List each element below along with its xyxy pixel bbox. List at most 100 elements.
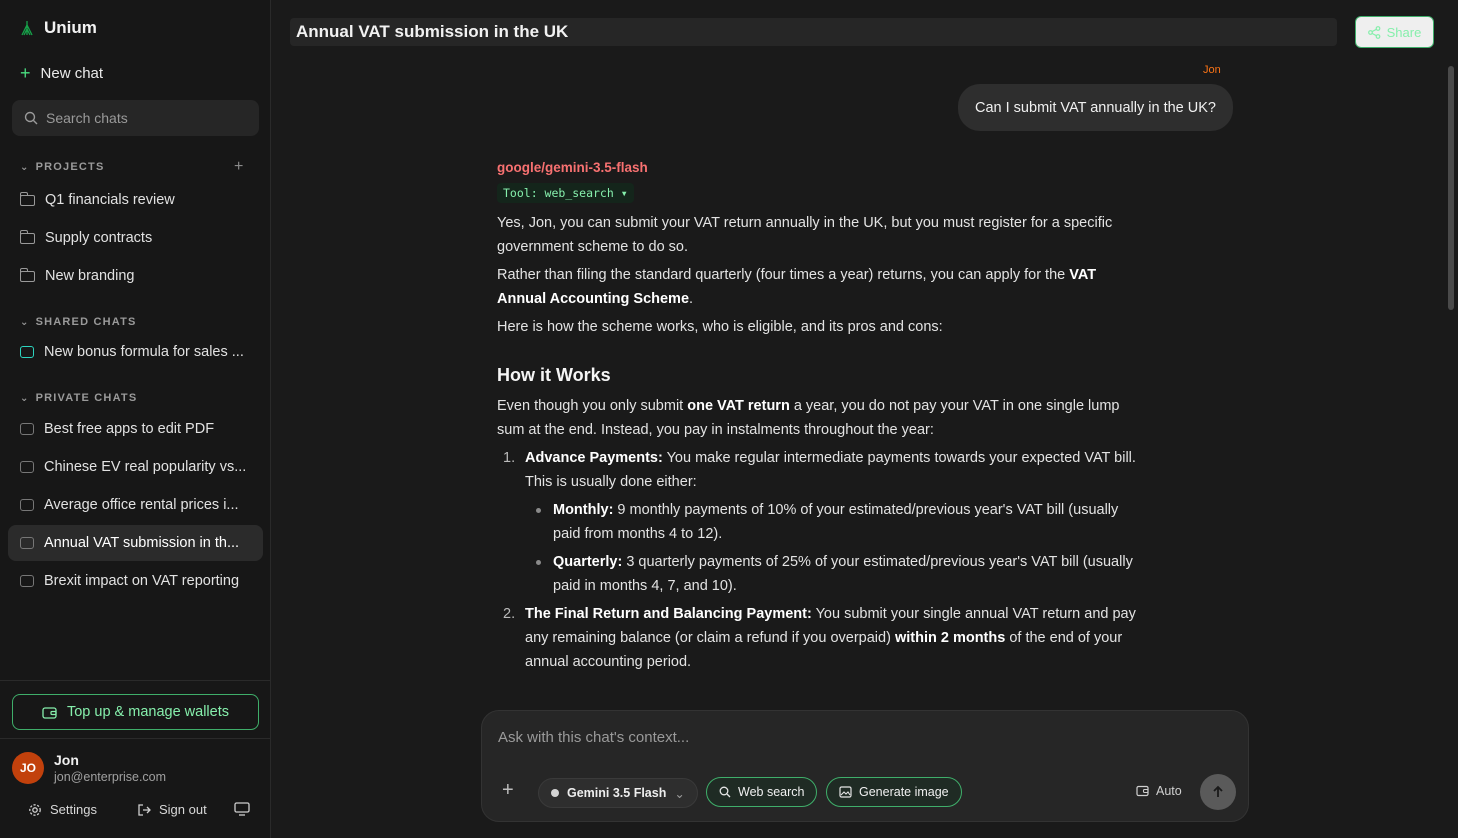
share-icon (1367, 25, 1381, 39)
private-chat-item[interactable]: Best free apps to edit PDF (8, 411, 263, 447)
projects-section-toggle[interactable]: ⌄ PROJECTS (20, 161, 105, 173)
user-email: jon@enterprise.com (54, 770, 167, 784)
sidebar-divider (0, 738, 271, 739)
web-search-label: Web search (738, 785, 805, 799)
new-chat-button[interactable]: + New chat (20, 64, 103, 82)
avatar: JO (12, 752, 44, 784)
scrollbar-thumb[interactable] (1448, 66, 1454, 310)
share-button[interactable]: Share (1355, 16, 1434, 48)
project-item[interactable]: Supply contracts (8, 220, 263, 256)
chat-bubble-icon (20, 499, 34, 511)
attach-plus-icon[interactable]: + (502, 779, 514, 802)
project-item[interactable]: Q1 financials review (8, 182, 263, 218)
sign-out-button[interactable]: Sign out (137, 802, 207, 817)
settings-button[interactable]: Settings (28, 802, 97, 817)
shared-section-toggle[interactable]: ⌄ SHARED CHATS (20, 316, 137, 328)
shared-title: SHARED CHATS (35, 316, 137, 328)
share-label: Share (1386, 24, 1422, 40)
message-input[interactable] (498, 729, 1218, 753)
plus-icon: + (20, 63, 31, 83)
chevron-down-icon: ⌄ (674, 786, 685, 801)
answer-paragraph: Yes, Jon, you can submit your VAT return… (497, 215, 1113, 255)
generate-image-toggle[interactable]: Generate image (826, 777, 962, 807)
model-dot-icon (551, 789, 559, 797)
search-input[interactable] (46, 110, 246, 126)
answer-paragraph: Even though you only submit one VAT retu… (497, 398, 1120, 438)
top-up-wallets-button[interactable]: Top up & manage wallets (12, 694, 259, 730)
list-item: Monthly: 9 monthly payments of 10% of yo… (525, 498, 1147, 546)
auto-wallet-selector[interactable]: Auto (1136, 784, 1182, 798)
chat-label: Best free apps to edit PDF (44, 421, 215, 437)
private-chat-item[interactable]: Average office rental prices i... (8, 487, 263, 523)
list-item: Quarterly: 3 quarterly payments of 25% o… (525, 550, 1147, 598)
assistant-message: google/gemini-3.5-flash Tool: web_search… (497, 160, 1147, 678)
folder-icon (20, 191, 35, 206)
chevron-down-icon: ⌄ (20, 392, 30, 404)
unium-logo-icon (21, 21, 33, 36)
search-icon (24, 111, 38, 125)
user-profile[interactable]: JO Jon jon@enterprise.com (12, 752, 166, 784)
answer-paragraph: Rather than filing the standard quarterl… (497, 267, 1097, 307)
project-label: Supply contracts (45, 230, 153, 246)
search-icon (719, 786, 731, 798)
model-selector[interactable]: Gemini 3.5 Flash ⌄ (538, 778, 698, 808)
wallet-icon (42, 706, 57, 719)
shared-chat-item[interactable]: New bonus formula for sales ... (8, 334, 263, 370)
brand-name: Unium (44, 18, 97, 37)
wallet-button-label: Top up & manage wallets (66, 704, 229, 720)
chat-bubble-icon (20, 346, 34, 358)
chat-title[interactable]: Annual VAT submission in the UK (290, 18, 1337, 46)
monitor-icon (234, 802, 250, 816)
chat-label: Annual VAT submission in th... (44, 535, 240, 551)
chat-bubble-icon (20, 423, 34, 435)
model-name: google/gemini-3.5-flash (497, 160, 648, 175)
arrow-up-icon (1213, 785, 1223, 797)
chat-label: New bonus formula for sales ... (44, 344, 244, 360)
settings-label: Settings (50, 802, 97, 817)
private-chat-item[interactable]: Brexit impact on VAT reporting (8, 563, 263, 599)
private-section-toggle[interactable]: ⌄ PRIVATE CHATS (20, 392, 137, 404)
search-box[interactable] (12, 100, 259, 136)
chat-bubble-icon (20, 575, 34, 587)
answer-paragraph: Here is how the scheme works, who is eli… (497, 319, 943, 335)
projects-title: PROJECTS (35, 161, 105, 173)
chat-bubble-icon (20, 537, 34, 549)
send-button[interactable] (1200, 774, 1236, 810)
private-chat-item[interactable]: Chinese EV real popularity vs... (8, 449, 263, 485)
wallet-icon (1136, 785, 1149, 797)
new-chat-label: New chat (40, 64, 104, 82)
display-toggle-button[interactable] (234, 802, 250, 816)
sign-out-label: Sign out (159, 802, 207, 817)
gear-icon (29, 803, 41, 816)
sidebar-divider (0, 680, 271, 681)
chevron-down-icon: ⌄ (20, 161, 30, 173)
composer: + Gemini 3.5 Flash ⌄ Web search Generate… (481, 710, 1249, 822)
chat-bubble-icon (20, 461, 34, 473)
steps-list: 1. Advance Payments: You make regular in… (497, 446, 1147, 674)
section-heading: How it Works (497, 365, 611, 385)
chevron-down-icon: ⌄ (20, 316, 30, 328)
user-name-tag: Jon (1203, 64, 1221, 76)
chat-label: Average office rental prices i... (44, 497, 239, 513)
list-item: 2. The Final Return and Balancing Paymen… (503, 606, 1136, 670)
chat-label: Brexit impact on VAT reporting (44, 573, 240, 589)
private-title: PRIVATE CHATS (35, 392, 138, 404)
user-name: Jon (54, 752, 79, 768)
auto-label: Auto (1156, 784, 1182, 798)
list-item: 1. Advance Payments: You make regular in… (497, 446, 1147, 598)
tool-toggle[interactable]: Tool: web_search ▾ (497, 183, 634, 203)
chat-label: Chinese EV real popularity vs... (44, 459, 247, 475)
sub-list: Monthly: 9 monthly payments of 10% of yo… (525, 498, 1147, 598)
sign-out-icon (138, 803, 151, 816)
project-label: Q1 financials review (45, 192, 175, 208)
user-message: Can I submit VAT annually in the UK? (958, 84, 1233, 131)
web-search-toggle[interactable]: Web search (706, 777, 818, 807)
project-item[interactable]: New branding (8, 258, 263, 294)
project-label: New branding (45, 268, 135, 284)
model-selector-label: Gemini 3.5 Flash (567, 786, 667, 800)
image-icon (839, 786, 852, 798)
add-project-icon[interactable]: + (234, 158, 243, 176)
brand[interactable]: Unium (18, 18, 97, 38)
private-chat-item-active[interactable]: Annual VAT submission in th... (8, 525, 263, 561)
folder-icon (20, 229, 35, 244)
